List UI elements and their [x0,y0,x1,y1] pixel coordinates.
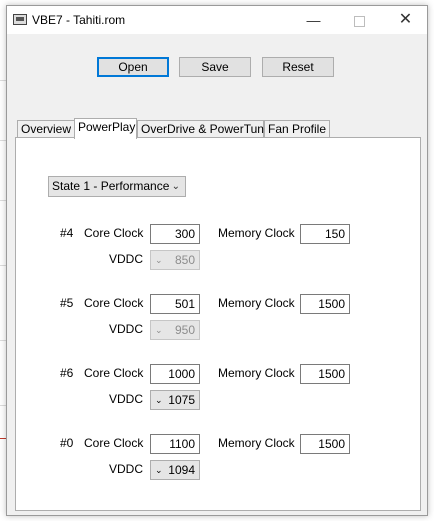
memory-clock-field[interactable]: 150 [300,224,350,244]
tab-overdrive-powertune[interactable]: OverDrive & PowerTune [137,120,271,138]
vddc-value: 1094 [168,463,195,477]
core-clock-field[interactable]: 501 [150,294,200,314]
chevron-down-icon: ⌄ [155,465,163,475]
state-select[interactable]: State 1 - Performance ⌄ [48,176,186,197]
chevron-down-icon: ⌄ [155,395,163,405]
state-id-label: #4 [60,226,74,240]
title-bar[interactable]: VBE7 - Tahiti.rom — ✕ [7,6,427,34]
window-title: VBE7 - Tahiti.rom [32,13,126,27]
core-clock-label: Core Clock [84,296,144,310]
state-id-label: #6 [60,366,74,380]
state-select-value: State 1 - Performance [52,179,170,193]
memory-clock-label: Memory Clock [218,436,295,450]
vddc-label: VDDC [109,322,144,336]
tab-overview[interactable]: Overview [17,120,75,138]
vddc-label: VDDC [109,462,144,476]
reset-button[interactable]: Reset [262,57,334,77]
vddc-select[interactable]: ⌄ 1075 [150,390,200,410]
close-button[interactable]: ✕ [383,6,428,34]
open-button[interactable]: Open [97,57,169,77]
memory-clock-label: Memory Clock [218,366,295,380]
vddc-select[interactable]: ⌄ 850 [150,250,200,270]
save-button[interactable]: Save [179,57,251,77]
chevron-down-icon: ⌄ [155,325,163,335]
vddc-label: VDDC [109,252,144,266]
app-window-icon [13,14,27,25]
minimize-icon: — [306,12,321,28]
state-id-label: #0 [60,436,74,450]
powerplay-panel: State 1 - Performance ⌄ #4 Core Clock 30… [15,137,421,511]
vddc-value: 850 [174,253,195,267]
core-clock-label: Core Clock [84,366,144,380]
vbe7-window: VBE7 - Tahiti.rom — ✕ Open Save Reset Ov… [6,5,428,516]
vddc-value: 1075 [168,393,195,407]
maximize-button[interactable] [337,6,382,34]
vddc-select[interactable]: ⌄ 1094 [150,460,200,480]
maximize-icon [354,15,365,27]
core-clock-label: Core Clock [84,436,144,450]
memory-clock-field[interactable]: 1500 [300,434,350,454]
core-clock-label: Core Clock [84,226,144,240]
vddc-label: VDDC [109,392,144,406]
memory-clock-field[interactable]: 1500 [300,294,350,314]
minimize-button[interactable]: — [291,6,336,34]
vddc-select[interactable]: ⌄ 950 [150,320,200,340]
close-icon: ✕ [398,11,413,28]
memory-clock-label: Memory Clock [218,226,295,240]
core-clock-field[interactable]: 300 [150,224,200,244]
vddc-value: 950 [174,323,195,337]
memory-clock-label: Memory Clock [218,296,295,310]
state-id-label: #5 [60,296,74,310]
tab-powerplay[interactable]: PowerPlay [74,118,137,139]
core-clock-field[interactable]: 1100 [150,434,200,454]
chevron-down-icon: ⌄ [155,255,163,265]
tab-fan-profile[interactable]: Fan Profile [264,120,330,138]
chevron-down-icon: ⌄ [171,181,180,192]
memory-clock-field[interactable]: 1500 [300,364,350,384]
core-clock-field[interactable]: 1000 [150,364,200,384]
